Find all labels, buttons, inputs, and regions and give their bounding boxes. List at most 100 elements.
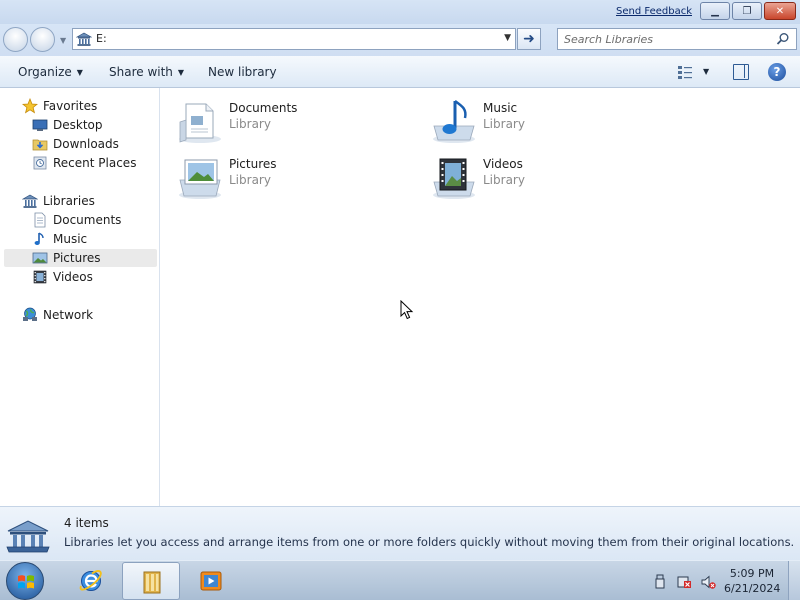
nav-item-label: Videos — [53, 270, 93, 284]
recent-places-icon — [33, 156, 47, 170]
address-dropdown-icon[interactable]: ▼ — [504, 33, 511, 43]
nav-item-downloads[interactable]: Downloads — [0, 135, 158, 153]
title-bar: Send Feedback ▁ ❐ ✕ — [0, 0, 800, 24]
send-feedback-link[interactable]: Send Feedback — [616, 6, 692, 17]
clock-time: 5:09 PM — [729, 567, 775, 580]
volume-muted-icon[interactable] — [700, 574, 716, 590]
library-name: Pictures — [229, 157, 277, 171]
nav-item-label: Pictures — [53, 251, 101, 265]
nav-favorites[interactable]: Favorites — [0, 97, 158, 115]
close-button[interactable]: ✕ — [764, 2, 796, 20]
content-pane: Documents Library Music Library Pictures… — [161, 88, 800, 506]
navigation-pane: Favorites Desktop Downloads Recent Place… — [0, 88, 160, 506]
show-desktop-button[interactable] — [788, 561, 800, 600]
minimize-button[interactable]: ▁ — [700, 2, 730, 20]
system-clock[interactable]: 5:09 PM 6/21/2024 — [724, 566, 780, 596]
details-pane: 4 items Libraries let you access and arr… — [0, 506, 800, 560]
library-type: Library — [483, 117, 525, 131]
window-controls: ▁ ❐ ✕ — [700, 2, 796, 20]
music-library-icon — [433, 99, 475, 143]
library-icon — [76, 32, 92, 46]
library-type: Library — [483, 173, 525, 187]
library-icon — [22, 194, 38, 208]
nav-item-label: Music — [53, 232, 88, 246]
share-with-label: Share with — [109, 65, 173, 79]
taskbar: 5:09 PM 6/21/2024 — [0, 560, 800, 600]
nav-libraries-label: Libraries — [43, 194, 95, 208]
star-icon — [22, 98, 38, 114]
nav-network[interactable]: Network — [0, 306, 158, 324]
windows-logo-icon — [18, 575, 34, 589]
library-name: Music — [483, 101, 518, 115]
nav-libraries[interactable]: Libraries — [0, 192, 158, 210]
close-icon: ✕ — [775, 5, 785, 17]
help-icon[interactable]: ? — [768, 63, 786, 81]
nav-item-label: Downloads — [53, 137, 119, 151]
desktop-icon — [32, 119, 48, 131]
nav-item-music[interactable]: Music — [0, 230, 158, 248]
internet-explorer-icon — [79, 570, 102, 591]
library-tile-pictures[interactable]: Pictures Library — [176, 154, 406, 204]
change-view-icon[interactable] — [677, 64, 693, 80]
library-type: Library — [229, 173, 271, 187]
go-button[interactable]: ➜ — [517, 28, 541, 50]
usb-device-icon[interactable] — [652, 574, 668, 590]
nav-network-label: Network — [43, 308, 94, 322]
minimize-icon: ▁ — [711, 5, 719, 17]
nav-favorites-label: Favorites — [43, 99, 98, 113]
chevron-down-icon: ▼ — [177, 68, 185, 77]
search-box — [557, 28, 797, 50]
document-icon — [34, 212, 46, 228]
pictures-library-icon — [179, 159, 221, 199]
library-tile-videos[interactable]: Videos Library — [430, 154, 660, 204]
library-name: Videos — [483, 157, 523, 171]
videos-library-icon — [433, 158, 475, 199]
library-name: Documents — [229, 101, 298, 115]
nav-item-label: Recent Places — [53, 156, 137, 170]
network-icon — [23, 307, 37, 321]
share-with-button[interactable]: Share with ▼ — [109, 65, 184, 79]
downloads-folder-icon — [32, 139, 48, 151]
clock-date: 6/21/2024 — [724, 582, 781, 595]
nav-item-documents[interactable]: Documents — [0, 211, 158, 229]
forward-button[interactable] — [30, 27, 55, 52]
organize-button[interactable]: Organize ▼ — [18, 65, 83, 79]
mouse-cursor-icon — [400, 300, 414, 320]
media-player-icon — [200, 571, 222, 591]
new-library-button[interactable]: New library — [208, 65, 277, 79]
arrow-right-icon: ➜ — [523, 31, 535, 47]
nav-item-label: Documents — [53, 213, 122, 227]
start-button[interactable] — [6, 562, 44, 600]
address-path: E: — [96, 32, 107, 45]
action-center-icon[interactable] — [676, 574, 692, 590]
library-tile-documents[interactable]: Documents Library — [176, 98, 406, 148]
address-bar[interactable]: E: ▼ — [72, 28, 516, 50]
nav-item-desktop[interactable]: Desktop — [0, 116, 158, 134]
taskbar-windows-explorer[interactable] — [122, 562, 180, 600]
restore-icon: ❐ — [742, 5, 752, 17]
libraries-icon — [6, 520, 50, 553]
command-bar: Organize ▼ Share with ▼ New library ▼ ? — [0, 56, 800, 88]
library-tile-music[interactable]: Music Library — [430, 98, 660, 148]
recent-pages-dropdown[interactable]: ▼ — [60, 36, 66, 45]
view-options-dropdown[interactable]: ▼ — [703, 67, 709, 76]
nav-item-pictures[interactable]: Pictures — [4, 249, 157, 267]
documents-library-icon — [179, 103, 221, 143]
organize-label: Organize — [18, 65, 72, 79]
chevron-down-icon: ▼ — [76, 68, 83, 77]
nav-item-label: Desktop — [53, 118, 103, 132]
film-icon — [33, 270, 47, 284]
nav-item-recent-places[interactable]: Recent Places — [0, 154, 158, 172]
details-description: Libraries let you access and arrange ite… — [64, 535, 795, 549]
library-type: Library — [229, 117, 271, 131]
windows-explorer-icon — [143, 571, 161, 594]
taskbar-internet-explorer[interactable] — [62, 562, 120, 600]
search-input[interactable] — [558, 29, 768, 49]
back-button[interactable] — [3, 27, 28, 52]
nav-item-videos[interactable]: Videos — [0, 268, 158, 286]
search-icon[interactable] — [776, 32, 790, 46]
address-row: ▼ E: ▼ ➜ — [0, 24, 800, 56]
preview-pane-icon[interactable] — [733, 64, 749, 80]
restore-button[interactable]: ❐ — [732, 2, 762, 20]
taskbar-media-player[interactable] — [182, 562, 240, 600]
